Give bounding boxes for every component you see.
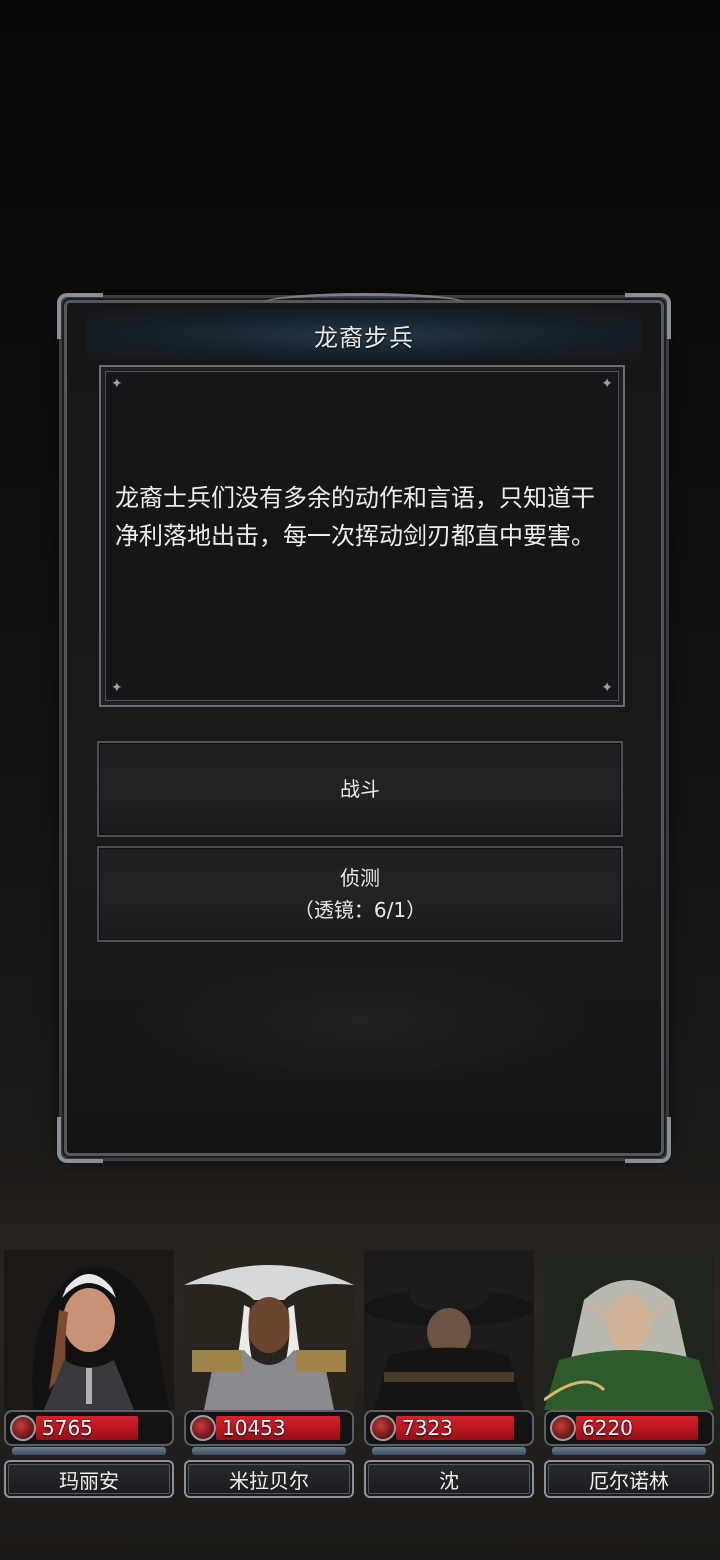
party-member-mirabelle[interactable]: 10453 米拉贝尔: [180, 1240, 358, 1560]
sparkle-icon: ✦: [601, 680, 613, 696]
name-plate[interactable]: 厄尔诺林: [544, 1460, 714, 1498]
dialog-title: 龙裔步兵: [314, 323, 414, 352]
party-member-marian[interactable]: 5765 玛丽安: [0, 1240, 178, 1560]
blood-drop-icon: [10, 1415, 36, 1441]
hp-bar: 10453: [184, 1410, 354, 1446]
scout-button[interactable]: 侦测 （透镜：6/1）: [97, 846, 623, 942]
blood-drop-icon: [550, 1415, 576, 1441]
encounter-description: 龙裔士兵们没有多余的动作和言语，只知道干净利落地出击，每一次挥动剑刃都直中要害。: [115, 484, 595, 550]
frame-corner-ornament: [57, 1117, 103, 1163]
background-texture: [127, 953, 597, 1093]
sparkle-icon: ✦: [111, 680, 123, 696]
hp-bar: 7323: [364, 1410, 534, 1446]
portrait-marian: [4, 1250, 174, 1410]
sparkle-icon: ✦: [111, 376, 123, 392]
hp-value: 5765: [42, 1416, 93, 1440]
frame-corner-ornament: [625, 1117, 671, 1163]
hp-value: 10453: [222, 1416, 286, 1440]
blood-drop-icon: [370, 1415, 396, 1441]
encounter-dialog: 龙裔步兵 ✦ ✦ ✦ ✦ 龙裔士兵们没有多余的动作和言语，只知道干净利落地出击，…: [57, 293, 671, 1163]
name-plate[interactable]: 沈: [364, 1460, 534, 1498]
party-bar: 5765 玛丽安 10453 米拉贝尔 7323 沈 6220 厄尔诺林: [0, 1240, 720, 1560]
portrait-elnorin: [544, 1250, 714, 1410]
fight-button-label: 战斗: [340, 777, 380, 801]
game-screen: 龙裔步兵 ✦ ✦ ✦ ✦ 龙裔士兵们没有多余的动作和言语，只知道干净利落地出击，…: [0, 0, 720, 1560]
portrait-mirabelle: [184, 1250, 354, 1410]
title-ornament: [264, 293, 464, 312]
mana-bar: [12, 1447, 166, 1455]
scout-button-label: 侦测: [340, 866, 380, 890]
member-name: 沈: [439, 1468, 459, 1493]
hp-bar: 6220: [544, 1410, 714, 1446]
member-name: 玛丽安: [59, 1468, 119, 1493]
party-member-elnorin[interactable]: 6220 厄尔诺林: [540, 1240, 718, 1560]
blood-drop-icon: [190, 1415, 216, 1441]
name-plate[interactable]: 米拉贝尔: [184, 1460, 354, 1498]
hp-value: 7323: [402, 1416, 453, 1440]
member-name: 厄尔诺林: [589, 1468, 669, 1493]
name-plate[interactable]: 玛丽安: [4, 1460, 174, 1498]
scout-button-sublabel: （透镜：6/1）: [293, 898, 427, 922]
dialog-title-bar: 龙裔步兵: [87, 293, 641, 361]
sparkle-icon: ✦: [601, 376, 613, 392]
portrait-shen: [364, 1250, 534, 1410]
description-panel: ✦ ✦ ✦ ✦ 龙裔士兵们没有多余的动作和言语，只知道干净利落地出击，每一次挥动…: [99, 365, 625, 707]
party-member-shen[interactable]: 7323 沈: [360, 1240, 538, 1560]
member-name: 米拉贝尔: [229, 1468, 309, 1493]
mana-bar: [372, 1447, 526, 1455]
hp-value: 6220: [582, 1416, 633, 1440]
mana-bar: [552, 1447, 706, 1455]
hp-bar: 5765: [4, 1410, 174, 1446]
mana-bar: [192, 1447, 346, 1455]
fight-button[interactable]: 战斗: [97, 741, 623, 837]
